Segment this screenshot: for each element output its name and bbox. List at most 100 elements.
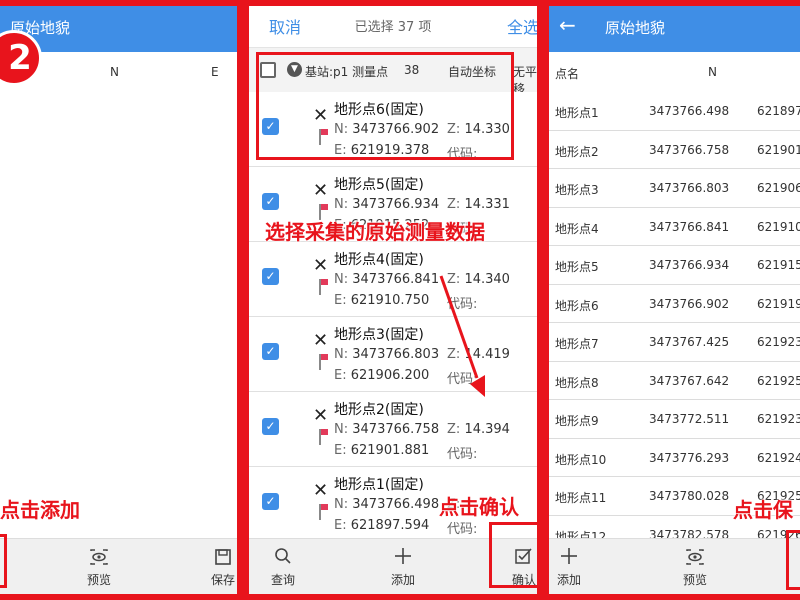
cell-e: 621924.9 — [757, 450, 800, 465]
point-name: 地形点1(固定) — [334, 477, 424, 493]
cell-name: 地形点9 — [555, 414, 599, 428]
search-icon — [253, 545, 313, 571]
query-button[interactable]: 查询 — [253, 545, 313, 588]
cell-e: 621915.2 — [757, 258, 800, 272]
bottom-toolbar: 预览 保存 — [0, 538, 243, 600]
cell-name: 地形点3 — [555, 183, 599, 197]
cell-name: 地形点5 — [555, 260, 599, 274]
highlight-confirm-box — [489, 522, 543, 588]
add-button[interactable]: 添加 — [543, 545, 599, 588]
add-label: 添加 — [556, 573, 581, 587]
point-n: N: 3473766.758 — [334, 422, 440, 437]
cell-e: 621923.3 — [757, 412, 800, 426]
flag-icon — [319, 504, 328, 520]
eye-icon — [665, 545, 725, 571]
cell-n: 3473766.841 — [649, 219, 730, 234]
checkbox-checked[interactable]: ✓ — [262, 493, 279, 510]
cell-e: 621919.3 — [757, 296, 800, 311]
highlight-save-box — [786, 530, 800, 590]
bottom-toolbar: 添加 预览 — [543, 538, 800, 600]
table-row[interactable]: 地形点8 3473767.642 621925.6 — [543, 361, 800, 400]
cell-name: 地形点4 — [555, 221, 599, 236]
cell-e: 621925.6 — [757, 373, 800, 388]
point-row[interactable]: ✓ ✕ 地形点4(固定) N: 3473766.841 E: 621910.750 Z: … — [243, 242, 543, 317]
save-icon — [193, 545, 243, 571]
caption-save: 点击保 — [733, 498, 793, 522]
cell-name: 地形点10 — [555, 452, 607, 467]
back-arrow-icon[interactable]: ← — [559, 13, 576, 37]
point-code: 代码: — [447, 372, 478, 387]
point-row[interactable]: ✓ ✕ 地形点2(固定) N: 3473766.758 E: 621901.881 Z: … — [243, 392, 543, 467]
eye-icon — [69, 545, 129, 571]
cell-n: 3473766.498 — [649, 104, 730, 118]
table-row[interactable]: 地形点1 3473766.498 621897.5 — [543, 92, 800, 131]
point-n: N: 3473766.841 — [334, 272, 440, 287]
table-row[interactable]: 地形点9 3473772.511 621923.3 — [543, 400, 800, 439]
point-e: E: 621910.750 — [334, 293, 430, 308]
cell-name: 地形点7 — [555, 337, 599, 351]
query-label: 查询 — [270, 573, 295, 587]
preview-button[interactable]: 预览 — [69, 545, 129, 588]
point-z: Z: 14.394 — [447, 422, 510, 437]
point-code: 代码: — [447, 522, 478, 537]
preview-button[interactable]: 预览 — [665, 545, 725, 588]
cell-e: 621910.7 — [757, 219, 800, 234]
cell-name: 地形点8 — [555, 375, 599, 390]
page-title: 原始地貌 — [605, 19, 666, 37]
point-e: E: 621901.881 — [334, 443, 430, 458]
point-row[interactable]: ✓ ✕ 地形点3(固定) N: 3473766.803 E: 621906.200 Z: … — [243, 317, 543, 392]
checkbox-checked[interactable]: ✓ — [262, 268, 279, 285]
table-row[interactable]: 地形点2 3473766.758 621901.8 — [543, 130, 800, 169]
highlight-selection-box — [256, 52, 514, 160]
cell-e: 621906.2 — [757, 181, 800, 195]
cell-n: 3473767.642 — [649, 373, 730, 388]
save-label: 保存 — [210, 573, 235, 587]
point-e: E: 621906.200 — [334, 368, 430, 383]
selection-header: 取消 已选择 37 项 全选 — [243, 0, 543, 48]
table-row[interactable]: 地形点6 3473766.902 621919.3 — [543, 284, 800, 323]
app-bar: ← 原始地貌 — [543, 0, 800, 52]
point-symbol-icon: ✕ — [313, 180, 329, 201]
point-name: 地形点3(固定) — [334, 327, 424, 343]
caption-add: 点击添加 — [0, 498, 80, 522]
table-row[interactable]: 地形点3 3473766.803 621906.2 — [543, 169, 800, 208]
add-button[interactable]: 添加 — [373, 545, 433, 588]
point-e: E: 621897.594 — [334, 518, 430, 533]
table-row[interactable]: 地形点5 3473766.934 621915.2 — [543, 246, 800, 285]
table-row[interactable]: 地形点10 3473776.293 621924.9 — [543, 438, 800, 477]
table-row[interactable]: 地形点4 3473766.841 621910.7 — [543, 207, 800, 246]
cell-name: 地形点2 — [555, 144, 599, 159]
middle-screen: 取消 已选择 37 项 全选 ▼ 基站:p1 测量点 38 自动坐标 无平移 ✓… — [243, 0, 543, 600]
save-button[interactable]: 保存 — [193, 545, 243, 588]
checkbox-checked[interactable]: ✓ — [262, 418, 279, 435]
cell-e: 621923.5 — [757, 335, 800, 349]
add-label: 添加 — [390, 573, 415, 587]
column-header: 点名 N — [543, 52, 800, 92]
column-e: E — [211, 65, 219, 79]
checkbox-checked[interactable]: ✓ — [262, 193, 279, 210]
flag-icon — [319, 279, 328, 295]
point-n: N: 3473766.934 — [334, 197, 440, 212]
preview-label: 预览 — [682, 573, 707, 587]
cell-n: 3473766.934 — [649, 258, 730, 272]
point-symbol-icon: ✕ — [313, 405, 329, 426]
select-all-button[interactable]: 全选 — [507, 14, 539, 38]
point-n: N: 3473766.803 — [334, 347, 440, 362]
point-code: 代码: — [447, 297, 478, 312]
cell-name: 地形点6 — [555, 298, 599, 313]
right-screen: ← 原始地貌 点名 N 地形点1 3473766.498 621897.5 地形点2 3… — [543, 0, 800, 600]
selection-count: 已选择 37 项 — [354, 20, 432, 35]
point-n: N: 3473766.498 — [334, 497, 440, 512]
checkbox-checked[interactable]: ✓ — [262, 343, 279, 360]
cell-n: 3473780.028 — [649, 489, 730, 503]
preview-label: 预览 — [86, 573, 111, 587]
flag-icon — [319, 429, 328, 445]
point-symbol-icon: ✕ — [313, 480, 329, 501]
cell-n: 3473767.425 — [649, 335, 730, 349]
cell-n: 3473766.902 — [649, 296, 730, 311]
column-name: 点名 — [555, 67, 580, 81]
table-row[interactable]: 地形点7 3473767.425 621923.5 — [543, 323, 800, 362]
column-n: N — [708, 65, 717, 79]
caption-confirm: 点击确认 — [439, 495, 519, 519]
caption-select-data: 选择采集的原始测量数据 — [265, 220, 485, 244]
